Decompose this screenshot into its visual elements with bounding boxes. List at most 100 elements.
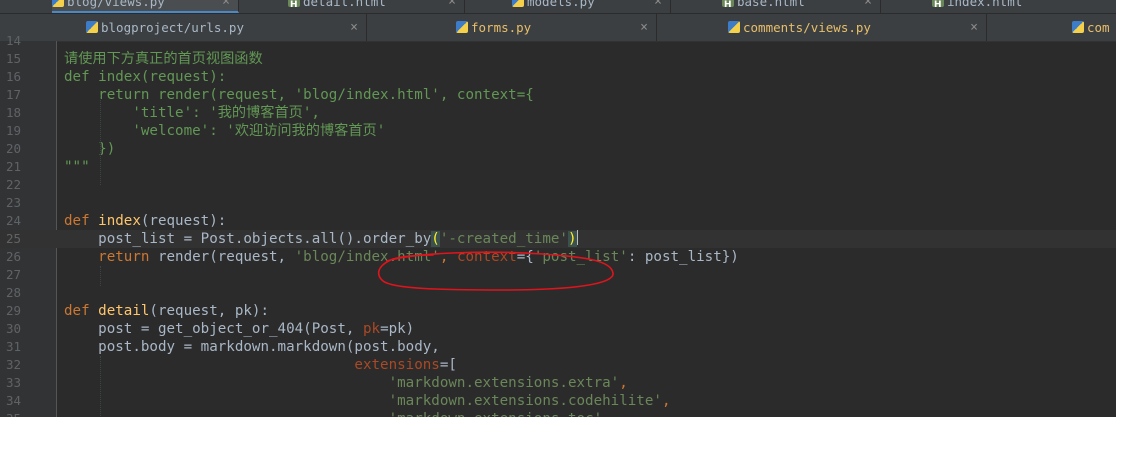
code-text: 'markdown.extensions.codehilite', [64, 392, 671, 410]
code-line[interactable]: 35 'markdown.extensions.toc', [0, 410, 1116, 417]
code-text: return render(request, 'blog/index.html'… [64, 86, 534, 104]
code-token: (request): [140, 213, 227, 229]
code-token: : post_list}) [627, 249, 739, 265]
html-file-icon [932, 0, 944, 13]
code-line[interactable]: 32 extensions=[ [0, 356, 1116, 374]
code-line[interactable]: 31 post.body = markdown.markdown(post.bo… [0, 338, 1116, 356]
tab-label: detail.html [303, 0, 386, 9]
code-text: }) [64, 140, 115, 158]
line-number: 16 [5, 69, 21, 84]
tab-label: index.html [947, 0, 1023, 9]
code-token: return render(request, 'blog/index.html'… [64, 87, 534, 103]
line-number: 22 [5, 177, 21, 192]
tab-detail-html[interactable]: detail.html × [288, 0, 465, 13]
code-token: 'markdown.extensions.extra' [388, 375, 620, 391]
tab-label: blog/views.py [67, 0, 165, 9]
code-line[interactable]: 25 post_list = Post.objects.all().order_… [0, 230, 1116, 248]
code-token: , [602, 411, 611, 417]
line-number: 29 [5, 303, 21, 318]
code-token: 请使用下方真正的首页视图函数 [64, 51, 263, 67]
code-line[interactable]: 21 """ [0, 158, 1116, 176]
code-token: post.body = markdown.markdown(post.body, [64, 339, 440, 355]
code-line[interactable]: 20 }) [0, 140, 1116, 158]
line-number: 32 [5, 357, 21, 372]
line-number: 23 [5, 195, 21, 210]
code-text: def index(request): [64, 212, 226, 230]
code-line[interactable]: 19 'welcome': '欢迎访问我的博客首页' [0, 122, 1116, 140]
code-line[interactable]: 30 post = get_object_or_404(Post, pk=pk) [0, 320, 1116, 338]
code-token: 'markdown.extensions.toc' [389, 411, 603, 417]
tab-base-html[interactable]: base.html × [722, 0, 881, 13]
tab-blog-views-py[interactable]: blog/views.py × [52, 0, 239, 13]
code-text: 'markdown.extensions.toc', [64, 410, 611, 417]
line-number: 14 [5, 33, 21, 48]
code-line[interactable]: 23 [0, 194, 1116, 212]
tab-models-py[interactable]: models.py × [512, 0, 671, 13]
code-text: 'markdown.extensions.extra', [64, 374, 628, 392]
code-token: return [98, 249, 158, 265]
code-line[interactable]: 29 def detail(request, pk): [0, 302, 1116, 320]
code-lines: 14 15 请使用下方真正的首页视图函数 16 def index(request): 1… [0, 32, 1116, 417]
html-file-icon [288, 0, 300, 13]
line-number: 34 [5, 393, 21, 408]
code-token: }) [64, 141, 116, 157]
code-token: post_list = Post.objects.all().order_by [64, 231, 432, 247]
code-token: (request, pk): [149, 303, 270, 319]
code-line[interactable]: 17 return render(request, 'blog/index.ht… [0, 86, 1116, 104]
code-token: ( [431, 231, 440, 247]
code-text: def detail(request, pk): [64, 302, 269, 320]
code-line[interactable]: 24 def index(request): [0, 212, 1116, 230]
code-token: index [98, 213, 141, 229]
close-icon[interactable]: × [864, 0, 872, 13]
code-token: def [64, 303, 99, 319]
python-file-icon [52, 0, 64, 7]
close-icon[interactable]: × [654, 0, 662, 13]
code-token: '-created_time' [439, 231, 568, 247]
text-caret [576, 230, 579, 245]
line-number: 35 [0, 410, 21, 417]
html-file-icon [722, 0, 734, 13]
code-line[interactable]: 33 'markdown.extensions.extra', [0, 374, 1116, 392]
code-line[interactable]: 14 [0, 32, 1116, 50]
code-token: """ [64, 159, 90, 175]
line-number: 27 [5, 267, 21, 282]
line-number: 30 [5, 321, 21, 336]
code-token: , [619, 375, 628, 391]
code-text: """ [64, 158, 90, 176]
code-line[interactable]: 16 def index(request): [0, 68, 1116, 86]
code-text: def index(request): [64, 68, 226, 86]
editor-tab-row-top: blog/views.py×detail.html×models.py×base… [0, 0, 1116, 13]
code-text: post.body = markdown.markdown(post.body, [64, 338, 440, 356]
code-line[interactable]: 34 'markdown.extensions.codehilite', [0, 392, 1116, 410]
code-line[interactable]: 15 请使用下方真正的首页视图函数 [0, 50, 1116, 68]
code-text: 'title': '我的博客首页', [64, 104, 320, 122]
line-number: 18 [5, 105, 21, 120]
code-token: ) [567, 231, 577, 247]
code-token: render(request, [157, 249, 295, 265]
red-highlight-annotation [377, 251, 614, 291]
ide-window: blog/views.py×detail.html×models.py×base… [0, 0, 1116, 417]
indent-guide [100, 356, 102, 417]
code-editor[interactable]: 14 15 请使用下方真正的首页视图函数 16 def index(request): 1… [0, 33, 1116, 417]
code-line[interactable]: 18 'title': '我的博客首页', [0, 104, 1116, 122]
tab-index-html[interactable]: index.html [932, 0, 1116, 13]
code-line[interactable]: 22 [0, 176, 1116, 194]
close-icon[interactable]: × [448, 0, 456, 13]
code-text: 请使用下方真正的首页视图函数 [64, 50, 263, 68]
line-number: 15 [5, 51, 21, 66]
close-icon[interactable]: × [222, 0, 230, 11]
tab-label: models.py [527, 0, 595, 9]
code-text: 'welcome': '欢迎访问我的博客首页' [64, 122, 385, 140]
line-number: 19 [5, 123, 21, 138]
code-token: def index(request): [64, 69, 227, 85]
line-number: 24 [5, 213, 21, 228]
line-number: 21 [5, 159, 21, 174]
code-token: 'title': '我的博客首页', [64, 105, 320, 121]
line-number: 33 [5, 375, 21, 390]
code-token: def [64, 213, 99, 229]
python-file-icon [512, 0, 524, 7]
